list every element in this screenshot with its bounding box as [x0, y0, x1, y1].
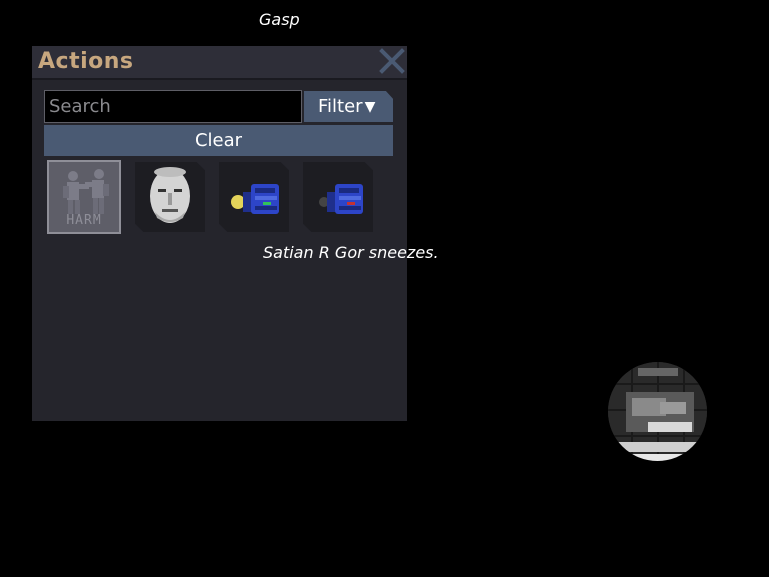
action-slot-harm[interactable]: HARM [47, 160, 121, 234]
flashlight-off-icon [319, 184, 363, 214]
close-icon[interactable] [377, 46, 407, 76]
clear-label: Clear [194, 130, 243, 151]
filter-label: Filter [318, 96, 363, 117]
action-slot-flashlight-off[interactable] [303, 162, 373, 232]
chevron-down-icon: ▼ [364, 98, 376, 115]
search-input[interactable] [44, 90, 302, 123]
chat-message: Satian R Gor sneezes. [263, 243, 439, 262]
minimap [608, 362, 707, 461]
face-emote-icon [150, 167, 190, 223]
actions-window: Actions Filter ▼ Clear [32, 46, 407, 421]
emote-text: Gasp [259, 10, 300, 29]
player-sprite-icon [608, 362, 707, 461]
window-title: Actions [38, 49, 134, 74]
filter-button[interactable]: Filter ▼ [304, 91, 393, 122]
flashlight-on-icon [231, 184, 279, 214]
clear-button[interactable]: Clear [44, 125, 393, 156]
window-titlebar[interactable]: Actions [32, 46, 407, 80]
action-slot-flashlight-on[interactable] [219, 162, 289, 232]
harm-label: HARM [66, 213, 102, 228]
action-slot-face[interactable] [135, 162, 205, 232]
